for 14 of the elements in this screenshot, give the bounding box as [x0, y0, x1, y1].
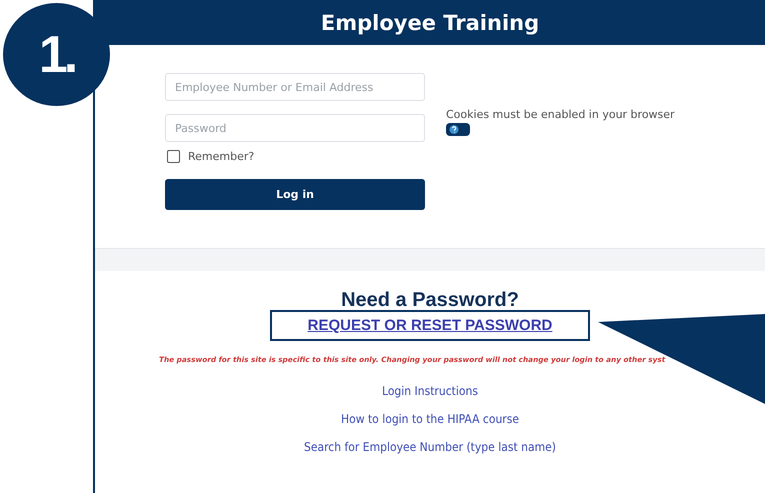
username-field[interactable]: Employee Number or Email Address: [165, 73, 425, 101]
password-field[interactable]: Password: [165, 114, 425, 142]
step-badge: 1.: [3, 3, 110, 106]
page-title: Employee Training: [95, 0, 765, 45]
help-link[interactable]: How to login to the HIPAA course: [340, 412, 520, 426]
section-heading: Need a Password?: [341, 288, 519, 312]
help-icon[interactable]: [446, 123, 470, 136]
help-link[interactable]: Login Instructions: [382, 384, 478, 398]
help-link[interactable]: Search for Employee Number (type last name): [304, 440, 556, 454]
reset-password-link[interactable]: REQUEST OR RESET PASSWORD: [270, 310, 590, 341]
cookie-note: Cookies must be enabled in your browser: [446, 108, 675, 121]
remember-label: Remember?: [188, 150, 254, 163]
login-button[interactable]: Log in: [165, 179, 425, 210]
remember-checkbox[interactable]: [167, 150, 180, 163]
